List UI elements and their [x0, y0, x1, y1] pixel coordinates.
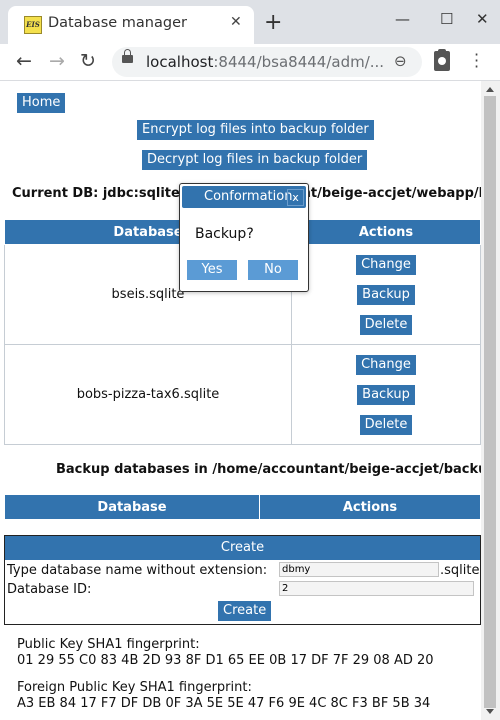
confirmation-dialog: Conformation. x Backup? Yes No: [179, 183, 309, 292]
app-favicon-icon: EIS: [24, 16, 42, 34]
create-button[interactable]: Create: [218, 601, 272, 621]
actions-cell: Change Backup Delete: [291, 344, 481, 445]
foreign-key-value: A3 EB 84 17 F7 DF DB 0F 3A 5E 5E 47 F6 9…: [17, 696, 431, 711]
back-icon[interactable]: ←: [16, 50, 32, 72]
col-database-header: Database: [4, 494, 260, 520]
col-actions-header: Actions: [291, 219, 481, 245]
db-name-input[interactable]: [279, 562, 439, 577]
extension-icon[interactable]: [434, 49, 450, 71]
delete-button[interactable]: Delete: [359, 414, 413, 435]
page-content: Home Encrypt log files into backup folde…: [0, 81, 481, 720]
db-id-label: Database ID:: [7, 582, 92, 597]
db-id-input[interactable]: [279, 581, 474, 596]
tab-title: Database manager: [48, 15, 187, 31]
db-extension-label: .sqlite: [440, 563, 480, 578]
browser-tab[interactable]: EIS Database manager ✕: [8, 6, 254, 44]
reload-icon[interactable]: ↻: [80, 50, 96, 72]
scroll-down-icon[interactable]: [486, 709, 494, 714]
backup-table: Database Actions: [4, 494, 481, 520]
dialog-message: Backup?: [195, 226, 254, 242]
db-name-cell: bobs-pizza-tax6.sqlite: [4, 344, 292, 445]
minimize-icon[interactable]: —: [395, 10, 410, 28]
no-button[interactable]: No: [248, 260, 298, 280]
kebab-menu-icon[interactable]: · · ·: [474, 47, 479, 75]
yes-button[interactable]: Yes: [187, 260, 237, 280]
browser-toolbar: ← → ↻ localhost:8444/bsa8444/adm/... ⊖ ·…: [0, 44, 500, 81]
home-button[interactable]: Home: [17, 93, 66, 113]
dialog-close-icon[interactable]: x: [287, 189, 304, 206]
page-scrollbar[interactable]: [481, 81, 500, 720]
window-close-icon[interactable]: ✕: [476, 10, 489, 28]
create-database-panel: Create Type database name without extens…: [4, 535, 481, 625]
public-key-label: Public Key SHA1 fingerprint:: [17, 637, 200, 652]
address-bar[interactable]: localhost:8444/bsa8444/adm/... ⊖: [112, 47, 422, 77]
db-name-label: Type database name without extension:: [7, 563, 268, 578]
new-tab-icon[interactable]: +: [264, 12, 282, 34]
foreign-key-label: Foreign Public Key SHA1 fingerprint:: [17, 680, 252, 695]
scroll-up-icon[interactable]: [486, 87, 494, 92]
scroll-thumb[interactable]: [484, 96, 496, 708]
create-panel-header: Create: [5, 536, 480, 560]
change-button[interactable]: Change: [356, 254, 416, 275]
db-name: bobs-pizza-tax6.sqlite: [76, 387, 220, 402]
actions-cell: Change Backup Delete: [291, 244, 481, 345]
delete-button[interactable]: Delete: [359, 314, 413, 335]
url-text: localhost:8444/bsa8444/adm/...: [146, 53, 385, 71]
change-button[interactable]: Change: [356, 354, 416, 375]
forward-icon[interactable]: →: [49, 50, 65, 72]
encrypt-logs-button[interactable]: Encrypt log files into backup folder: [137, 120, 374, 140]
table-header-row: Database Actions: [4, 494, 481, 520]
dialog-titlebar[interactable]: Conformation. x: [182, 186, 306, 208]
public-key-value: 01 29 55 C0 83 4B 2D 93 8F D1 65 EE 0B 1…: [17, 653, 434, 668]
backup-heading: Backup databases in /home/accountant/bei…: [56, 462, 481, 477]
browser-titlebar: EIS Database manager ✕ + — ☐ ✕: [0, 0, 500, 44]
tab-close-icon[interactable]: ✕: [230, 14, 242, 30]
maximize-icon[interactable]: ☐: [440, 10, 453, 28]
zoom-icon[interactable]: ⊖: [394, 52, 407, 70]
backup-button[interactable]: Backup: [357, 384, 415, 405]
lock-icon[interactable]: [122, 49, 133, 63]
dialog-title: Conformation.: [204, 189, 297, 204]
decrypt-logs-button[interactable]: Decrypt log files in backup folder: [142, 150, 368, 170]
table-row: bobs-pizza-tax6.sqlite Change Backup Del…: [4, 344, 481, 445]
col-actions-header: Actions: [259, 494, 481, 520]
backup-button[interactable]: Backup: [357, 284, 415, 305]
